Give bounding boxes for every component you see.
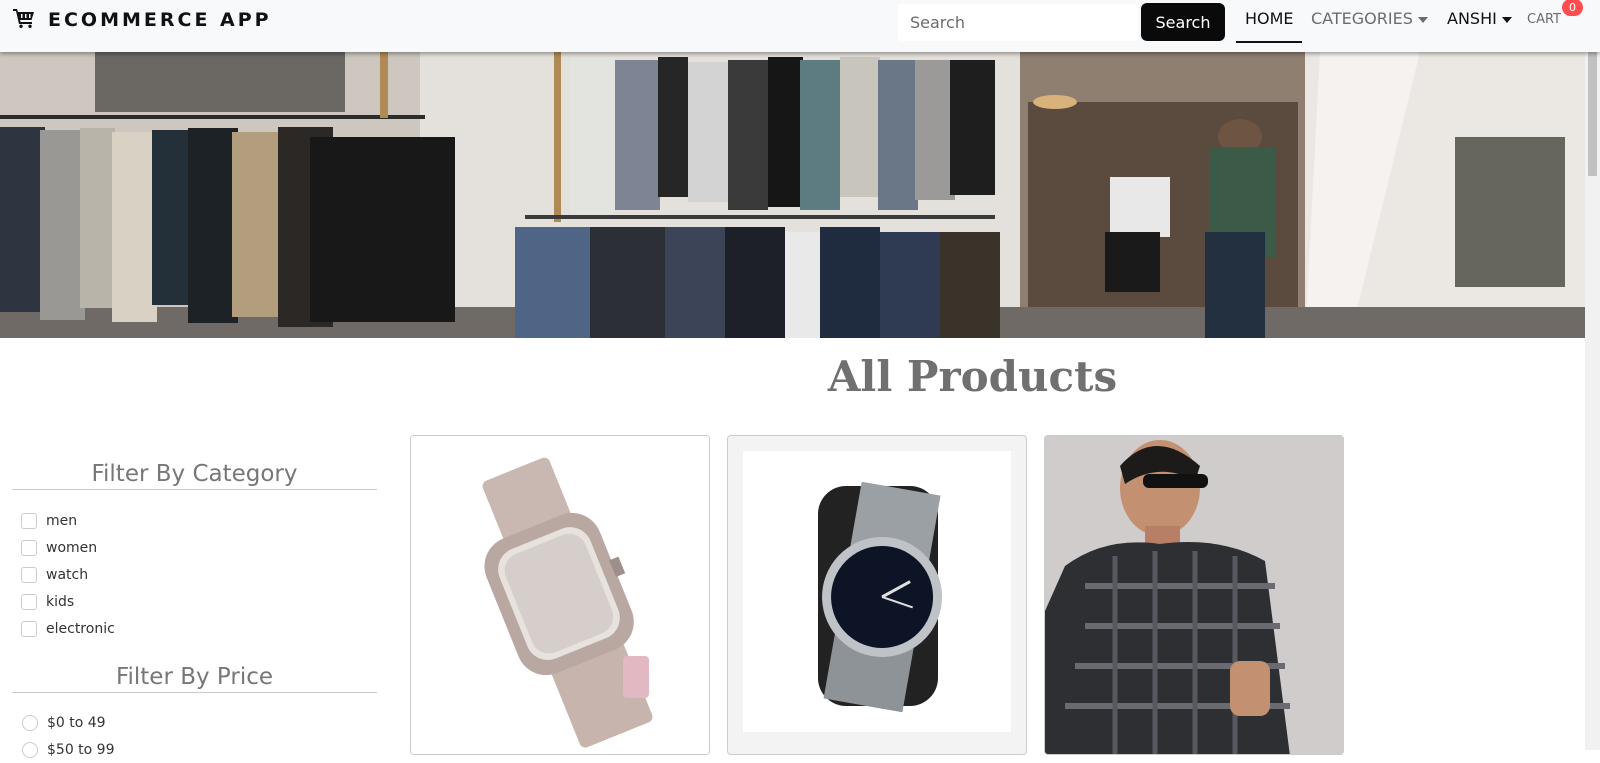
category-option[interactable]: women — [21, 534, 115, 561]
price-filter-list: $0 to 49 $50 to 99 — [22, 709, 115, 763]
nav-user-dropdown[interactable]: ANSHI — [1447, 9, 1512, 28]
product-image-frame — [743, 451, 1011, 732]
category-label: men — [46, 512, 78, 529]
brand-link[interactable]: ECOMMERCE APP — [13, 8, 272, 32]
caret-down-icon — [1417, 16, 1428, 23]
nav-user-label: ANSHI — [1447, 9, 1497, 28]
brand-name: ECOMMERCE APP — [48, 9, 272, 31]
nav-home-link[interactable]: HOME — [1245, 9, 1294, 28]
divider — [12, 489, 377, 490]
nav-home-label: HOME — [1245, 9, 1294, 28]
category-option[interactable]: kids — [21, 588, 115, 615]
category-checkbox[interactable] — [21, 593, 37, 610]
search-button[interactable]: Search — [1141, 3, 1225, 41]
divider — [12, 692, 377, 693]
active-nav-indicator — [1236, 41, 1302, 43]
price-option[interactable]: $0 to 49 — [22, 709, 115, 736]
category-option[interactable]: men — [21, 507, 115, 534]
search-input[interactable] — [898, 4, 1138, 41]
category-option[interactable]: watch — [21, 561, 115, 588]
navbar: ECOMMERCE APP Search HOME CATEGORIES ANS… — [0, 0, 1600, 52]
shopping-cart-icon — [13, 8, 35, 32]
category-checkbox[interactable] — [21, 539, 37, 556]
page-title: All Products — [827, 352, 1118, 401]
scrollbar-thumb[interactable] — [1588, 38, 1597, 176]
nav-cart-link[interactable]: CART — [1527, 12, 1561, 27]
category-filter-list: men women watch kids electronic — [21, 507, 115, 642]
hero-banner-image — [0, 52, 1585, 338]
category-option[interactable]: electronic — [21, 615, 115, 642]
category-label: electronic — [46, 620, 115, 637]
caret-down-icon — [1501, 16, 1512, 23]
category-label: kids — [46, 593, 75, 610]
filter-price-heading: Filter By Price — [115, 664, 274, 690]
product-card[interactable] — [1044, 435, 1344, 755]
product-card[interactable] — [727, 435, 1027, 755]
filter-category-heading: Filter By Category — [91, 461, 298, 487]
product-image — [743, 451, 1011, 732]
price-label: $0 to 49 — [47, 714, 106, 731]
category-label: watch — [46, 566, 89, 583]
product-image — [1045, 436, 1343, 754]
category-checkbox[interactable] — [21, 566, 37, 583]
category-checkbox[interactable] — [21, 512, 37, 529]
nav-categories-dropdown[interactable]: CATEGORIES — [1311, 9, 1428, 28]
cart-count-badge: 0 — [1562, 0, 1583, 16]
category-label: women — [46, 539, 98, 556]
category-checkbox[interactable] — [21, 620, 37, 637]
product-image — [411, 436, 709, 754]
price-radio[interactable] — [22, 714, 38, 731]
product-card[interactable] — [410, 435, 710, 755]
nav-categories-label: CATEGORIES — [1311, 9, 1413, 28]
